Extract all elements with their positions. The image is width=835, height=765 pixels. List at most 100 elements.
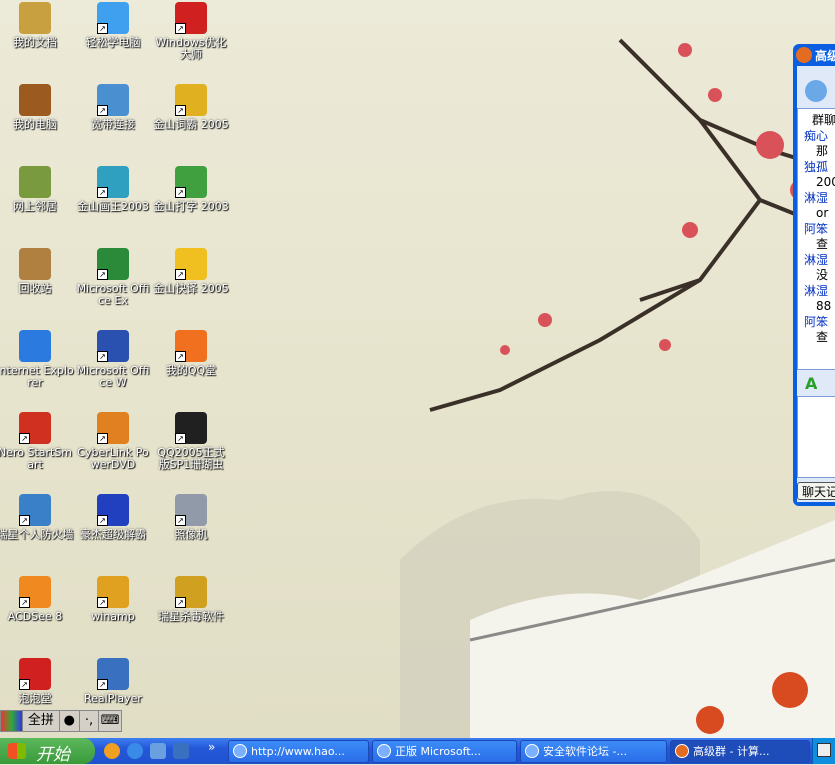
chat-line: 独孤: [804, 159, 829, 174]
icon-label: 泡泡堂: [18, 692, 52, 705]
icon-label: 我的电脑: [13, 118, 57, 131]
keyboard-icon[interactable]: [817, 743, 831, 757]
desktop-icon[interactable]: ↗ Microsoft Office W: [74, 330, 152, 389]
ime-logo-icon[interactable]: [1, 711, 23, 731]
quick-launch-overflow[interactable]: »: [208, 740, 215, 754]
shortcut-arrow-icon: ↗: [97, 269, 108, 280]
app-icon: ↗: [175, 576, 207, 608]
message-input[interactable]: [797, 396, 835, 478]
window-title-bar[interactable]: 高级: [793, 44, 835, 66]
task-button-browser-1[interactable]: http://www.hao...: [228, 740, 369, 763]
firewall-icon[interactable]: [173, 743, 189, 759]
icon-label: ACDSee 8: [7, 610, 63, 623]
language-bar[interactable]: 全拼 ● ·, ⌨: [0, 710, 122, 732]
chat-line: 淋湿: [804, 283, 829, 298]
font-format-icon[interactable]: A: [797, 374, 835, 396]
task-button-browser-2[interactable]: 正版 Microsoft...: [372, 740, 517, 763]
shortcut-arrow-icon: ↗: [97, 351, 108, 362]
shortcut-arrow-icon: ↗: [19, 433, 30, 444]
icon-label: 金山词霸 2005: [153, 118, 229, 131]
desktop-icon[interactable]: ↗ QQ2005正式版SP1珊瑚虫: [152, 412, 230, 471]
icon-label: 我的文档: [13, 36, 57, 49]
desktop-icon[interactable]: ↗ 瑞星个人防火墙: [0, 494, 74, 541]
app-icon: [19, 248, 51, 280]
icon-label: Microsoft Office W: [76, 364, 150, 389]
desktop-icon[interactable]: Internet Explorer: [0, 330, 74, 389]
desktop-icon[interactable]: ↗ 金山画王2003: [74, 166, 152, 213]
desktop-icon[interactable]: ↗ 泡泡堂: [0, 658, 74, 705]
app-icon: ↗: [97, 166, 129, 198]
icon-label: 我的QQ堂: [165, 364, 217, 377]
task-label: 安全软件论坛 -...: [543, 745, 627, 758]
ie-icon: [233, 744, 247, 758]
app-icon: ↗: [97, 330, 129, 362]
shortcut-arrow-icon: ↗: [97, 679, 108, 690]
app-icon: ↗: [19, 412, 51, 444]
icon-label: Internet Explorer: [0, 364, 74, 389]
app-icon: ↗: [175, 330, 207, 362]
desktop-icon[interactable]: ↗ 瑞星杀毒软件: [152, 576, 230, 623]
icon-label: winamp: [91, 610, 135, 623]
desktop-icon[interactable]: ↗ winamp: [74, 576, 152, 623]
chat-history[interactable]: 群聊 痴心那独孤200淋湿or阿笨查淋湿没淋湿88阿笨查: [797, 108, 835, 370]
icon-label: 照像机: [174, 528, 208, 541]
app-icon: ↗: [97, 494, 129, 526]
task-button-browser-3[interactable]: 安全软件论坛 -...: [520, 740, 667, 763]
icon-label: 金山打字 2003: [153, 200, 229, 213]
desktop-icon[interactable]: ↗ 宽带连接: [74, 84, 152, 131]
app-icon: ↗: [97, 2, 129, 34]
fullwidth-toggle[interactable]: ●: [60, 711, 80, 731]
app-icon: ↗: [175, 84, 207, 116]
app-icon: ↗: [19, 576, 51, 608]
icon-label: CyberLink PowerDVD: [77, 446, 149, 471]
shortcut-arrow-icon: ↗: [19, 515, 30, 526]
ie-icon[interactable]: [127, 743, 143, 759]
qq-icon: [796, 47, 812, 63]
desktop-icon[interactable]: ↗ CyberLink PowerDVD: [74, 412, 152, 471]
media-player-icon[interactable]: [104, 743, 120, 759]
desktop-icon[interactable]: ↗ Windows优化大师: [152, 2, 230, 61]
desktop-icon[interactable]: 我的文档: [0, 2, 74, 49]
shortcut-arrow-icon: ↗: [97, 433, 108, 444]
desktop-icon[interactable]: ↗ RealPlayer: [74, 658, 152, 705]
app-icon: ↗: [175, 412, 207, 444]
app-icon: ↗: [175, 494, 207, 526]
start-button[interactable]: 开始: [0, 738, 95, 765]
chat-header: 群聊: [812, 113, 835, 127]
desktop-icon[interactable]: ↗ 豪杰超级解霸: [74, 494, 152, 541]
app-icon: ↗: [175, 166, 207, 198]
desktop-icon[interactable]: 我的电脑: [0, 84, 74, 131]
icon-label: 轻松学电脑: [85, 36, 141, 49]
app-icon: [19, 2, 51, 34]
input-mode-button[interactable]: 全拼: [23, 711, 61, 731]
desktop-icon[interactable]: ↗ ACDSee 8: [0, 576, 74, 623]
desktop-icon[interactable]: ↗ 金山快译 2005: [152, 248, 230, 295]
icon-label: Microsoft Office Ex: [76, 282, 150, 307]
desktop-icon[interactable]: ↗ 金山打字 2003: [152, 166, 230, 213]
desktop-icon[interactable]: ↗ 照像机: [152, 494, 230, 541]
chat-history-button[interactable]: 聊天记: [797, 482, 835, 500]
app-icon: ↗: [19, 658, 51, 690]
start-label: 开始: [36, 745, 70, 765]
windows-logo-icon: [8, 743, 26, 759]
icon-label: QQ2005正式版SP1珊瑚虫: [157, 446, 225, 471]
shortcut-arrow-icon: ↗: [175, 105, 186, 116]
desktop-icon[interactable]: 网上邻居: [0, 166, 74, 213]
icon-label: 豪杰超级解霸: [80, 528, 146, 541]
outlook-icon[interactable]: [150, 743, 166, 759]
desktop-icon[interactable]: ↗ Microsoft Office Ex: [74, 248, 152, 307]
desktop-icon[interactable]: ↗ Nero StartSmart: [0, 412, 74, 471]
task-button-qq-group[interactable]: 高级群 - 计算...: [670, 740, 810, 763]
desktop-icon[interactable]: ↗ 轻松学电脑: [74, 2, 152, 49]
app-icon: [19, 84, 51, 116]
chat-line: 淋湿: [804, 252, 829, 267]
punctuation-toggle[interactable]: ·,: [80, 711, 100, 731]
soft-keyboard-icon[interactable]: ⌨: [99, 711, 121, 731]
qq-group-chat-window[interactable]: 高级 群聊 痴心那独孤200淋湿or阿笨查淋湿没淋湿88阿笨查 A 聊天记: [793, 44, 835, 506]
desktop-icon[interactable]: ↗ 我的QQ堂: [152, 330, 230, 377]
desktop-icon[interactable]: ↗ 金山词霸 2005: [152, 84, 230, 131]
chat-line: 阿笨: [804, 221, 829, 236]
desktop-icon[interactable]: 回收站: [0, 248, 74, 295]
camera-icon[interactable]: [805, 80, 827, 102]
icon-label: 宽带连接: [91, 118, 135, 131]
